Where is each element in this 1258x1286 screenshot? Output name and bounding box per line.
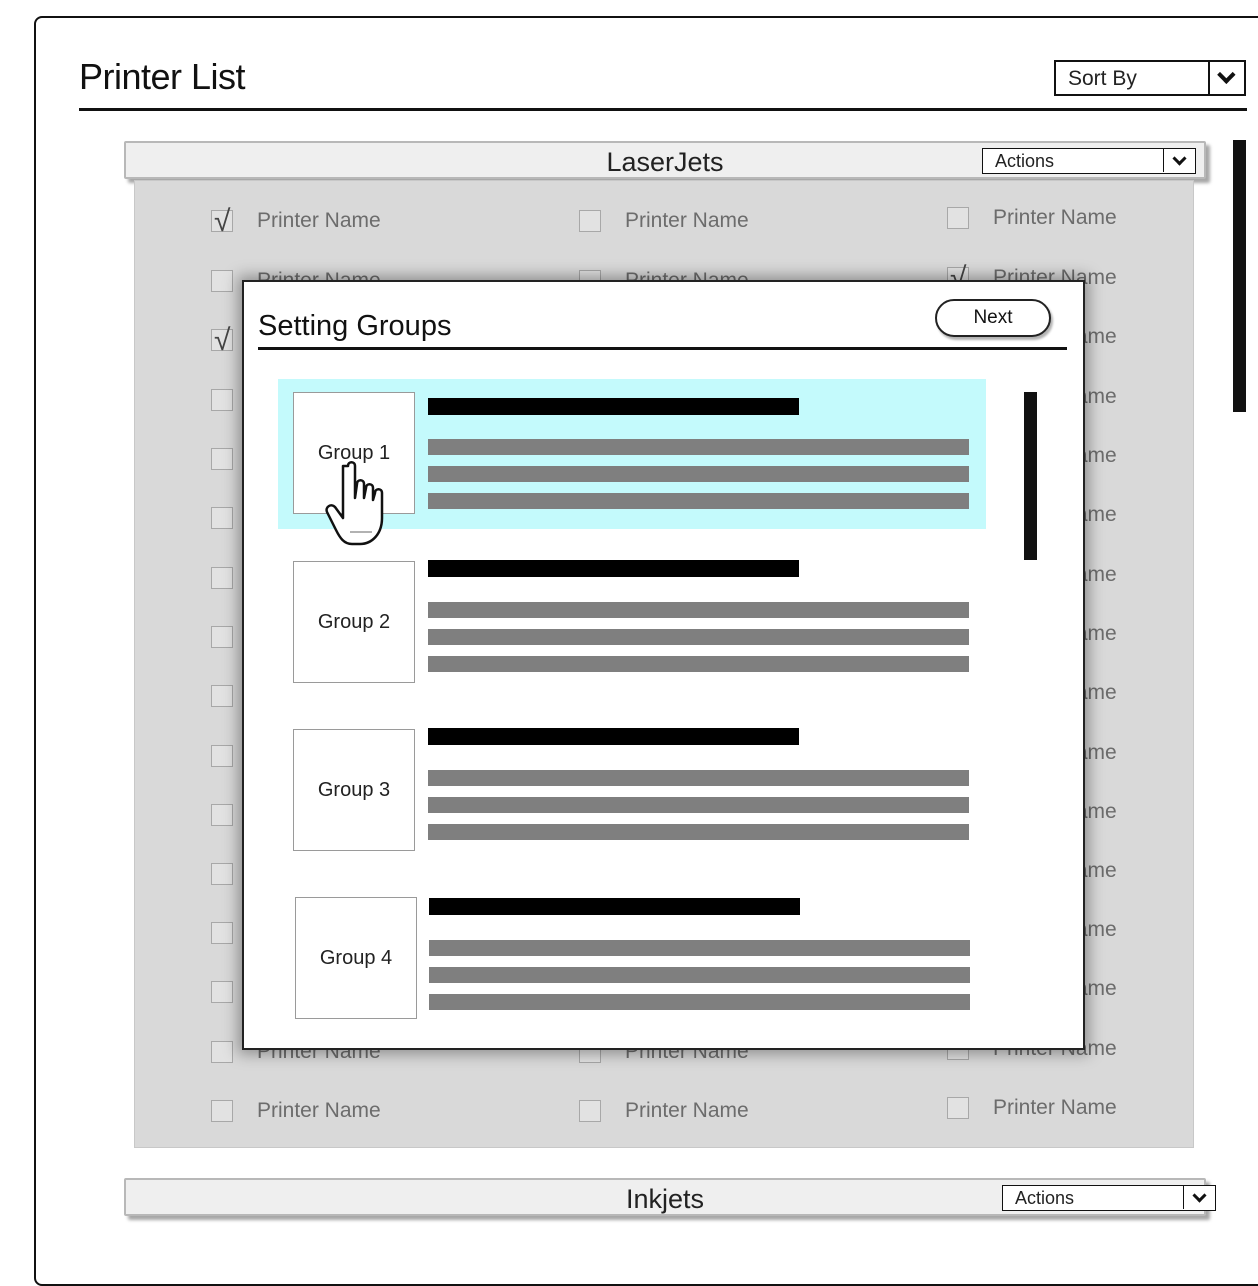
group-3-text-line <box>428 824 969 840</box>
inkjets-actions-select[interactable]: Actions <box>1002 1185 1216 1211</box>
checkbox-icon[interactable] <box>947 207 969 229</box>
printer-name-label: Printer Name <box>625 1099 749 1122</box>
checkmark-icon: √ <box>214 205 231 238</box>
hand-pointer-icon <box>325 461 384 546</box>
group-2-title-bar <box>428 560 799 577</box>
group-3-thumbnail[interactable]: Group 3 <box>293 729 415 851</box>
group-1-text-line <box>428 439 969 455</box>
title-divider <box>79 108 1247 111</box>
printer-name-label: Printer Name <box>993 206 1117 229</box>
group-2-label: Group 2 <box>317 610 391 633</box>
printer-name-label: Printer Name <box>257 209 381 232</box>
next-button[interactable]: Next <box>935 299 1051 337</box>
modal-scrollbar[interactable] <box>1024 392 1037 560</box>
sort-by-label: Sort By <box>1068 67 1137 90</box>
page-title: Printer List <box>79 56 246 97</box>
checkmark-icon: √ <box>214 324 231 357</box>
group-1-text-line <box>428 493 969 509</box>
group-1-title-bar <box>428 398 799 415</box>
checkbox-icon[interactable] <box>211 448 233 470</box>
setting-groups-modal: Setting Groups Next Group 1 Group 2 Grou… <box>242 280 1085 1050</box>
laserjets-actions-select[interactable]: Actions <box>982 148 1196 174</box>
group-4-text-line <box>429 967 970 983</box>
group-1-text-line <box>428 466 969 482</box>
checkbox-icon[interactable] <box>211 507 233 529</box>
checkbox-icon[interactable]: √ <box>211 326 233 356</box>
checkbox-icon[interactable] <box>211 389 233 411</box>
checkbox-icon[interactable]: √ <box>211 207 233 237</box>
group-4-label: Group 4 <box>319 946 393 969</box>
checkbox-icon[interactable] <box>211 685 233 707</box>
checkbox-icon[interactable] <box>211 745 233 767</box>
group-row-4[interactable]: Group 4 <box>278 884 986 1034</box>
group-3-text-line <box>428 797 969 813</box>
sort-by-select[interactable]: Sort By <box>1054 60 1246 96</box>
checkbox-icon[interactable] <box>579 210 601 232</box>
group-row-3[interactable]: Group 3 <box>278 716 986 866</box>
group-4-title-bar <box>429 898 800 915</box>
checkbox-icon[interactable] <box>947 1097 969 1119</box>
group-2-text-line <box>428 602 969 618</box>
checkbox-icon[interactable] <box>579 1100 601 1122</box>
laserjets-actions-label: Actions <box>995 151 1055 171</box>
group-3-text-line <box>428 770 969 786</box>
group-2-thumbnail[interactable]: Group 2 <box>293 561 415 683</box>
printer-name-label: Printer Name <box>257 1099 381 1122</box>
modal-title: Setting Groups <box>258 310 452 342</box>
group-3-title-bar <box>428 728 799 745</box>
main-scrollbar[interactable] <box>1233 140 1246 412</box>
checkbox-icon[interactable] <box>211 863 233 885</box>
group-row-2[interactable]: Group 2 <box>278 548 986 698</box>
laserjets-header[interactable]: LaserJets Actions <box>124 141 1206 179</box>
checkbox-icon[interactable] <box>211 922 233 944</box>
group-3-label: Group 3 <box>317 778 391 801</box>
printer-name-label: Printer Name <box>993 1096 1117 1119</box>
group-2-text-line <box>428 629 969 645</box>
inkjets-actions-label: Actions <box>1015 1188 1075 1208</box>
chevron-down-icon <box>1217 65 1236 84</box>
checkbox-icon[interactable] <box>211 1041 233 1063</box>
inkjets-header[interactable]: Inkjets Actions <box>124 1178 1216 1216</box>
checkbox-icon[interactable] <box>211 626 233 648</box>
inkjets-actions-arrow[interactable] <box>1183 1186 1215 1209</box>
group-4-text-line <box>429 940 970 956</box>
group-4-thumbnail[interactable]: Group 4 <box>295 897 417 1019</box>
group-4-text-line <box>429 994 970 1010</box>
checkbox-icon[interactable] <box>211 270 233 292</box>
group-2-text-line <box>428 656 969 672</box>
checkbox-icon[interactable] <box>211 567 233 589</box>
chevron-down-icon <box>1191 1187 1207 1203</box>
chevron-down-icon <box>1171 150 1187 166</box>
sort-by-arrow[interactable] <box>1208 62 1244 94</box>
laserjets-actions-arrow[interactable] <box>1163 149 1195 172</box>
printer-name-label: Printer Name <box>625 209 749 232</box>
checkbox-icon[interactable] <box>211 804 233 826</box>
modal-divider <box>258 347 1067 350</box>
checkbox-icon[interactable] <box>211 1100 233 1122</box>
checkbox-icon[interactable] <box>211 981 233 1003</box>
